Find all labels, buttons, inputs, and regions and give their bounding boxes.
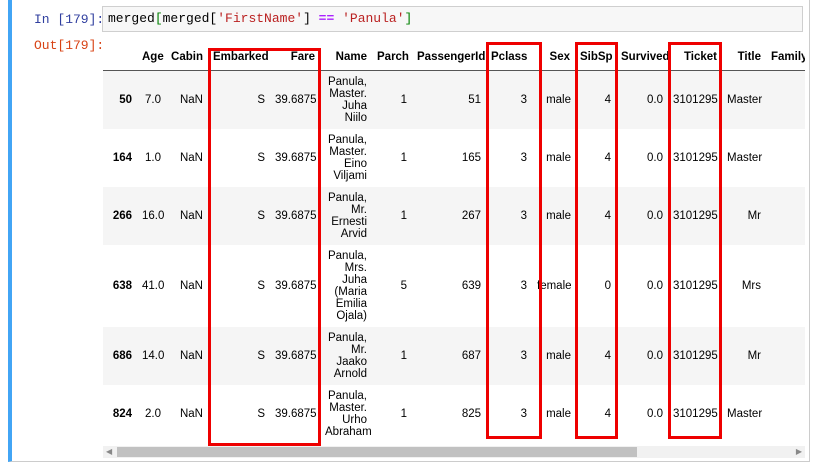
table-cell: Panula, Master. Urho Abraham	[325, 389, 372, 438]
column-header: Name	[320, 44, 372, 71]
table-cell	[766, 129, 805, 187]
triangle-left-icon[interactable]: ◀	[106, 446, 112, 458]
table-cell: 51	[412, 70, 486, 129]
table-cell: 0.0	[647, 151, 663, 164]
table-cell: 1.0	[145, 151, 161, 164]
column-header: Parch	[372, 44, 412, 71]
input-prompt: In [179]:	[34, 12, 105, 27]
row-index: 824	[112, 407, 132, 420]
table-cell: 1	[372, 186, 412, 245]
table-cell	[766, 186, 805, 245]
output-prompt: Out[179]:	[34, 38, 105, 53]
table-cell: Master	[727, 151, 763, 164]
scrollbar-thumb[interactable]	[117, 447, 637, 457]
row-index: 164	[112, 151, 132, 164]
table-cell: Master	[722, 70, 766, 129]
code-token: 'Panula'	[342, 11, 405, 26]
code-token: merged[	[162, 11, 218, 26]
table-cell: 0.0	[647, 407, 663, 420]
table-cell: Panula, Master. Eino Viljami	[327, 133, 367, 182]
table-cell: 639	[461, 279, 481, 292]
code-token: ==	[310, 11, 343, 26]
column-header: PassengerId	[412, 44, 486, 71]
table-cell: Panula, Mr. Ernesti Arvid	[320, 186, 372, 245]
table-cell: 41.0	[142, 279, 165, 292]
table-cell: 14.0	[137, 326, 166, 385]
highlight-box-embarked-fare	[208, 48, 321, 446]
table-cell: Mr	[722, 326, 766, 385]
table-cell: 5	[400, 279, 407, 292]
table-cell: Mr	[722, 186, 766, 245]
table-cell: Panula, Master. Juha Niilo	[320, 70, 372, 129]
table-cell: 267	[412, 186, 486, 245]
highlight-box-ticket	[668, 42, 722, 439]
table-cell: 165	[461, 151, 481, 164]
code-token: ]	[303, 11, 311, 26]
column-header: Title	[722, 44, 766, 71]
table-cell: NaN	[166, 70, 208, 129]
table-cell	[766, 245, 805, 327]
table-cell: NaN	[179, 279, 203, 292]
table-cell: NaN	[179, 407, 203, 420]
table-cell: Panula, Mr. Jaako Arnold	[320, 326, 372, 385]
column-header: Age	[137, 44, 166, 71]
table-cell: 1	[400, 151, 407, 164]
table-cell: 7.0	[137, 70, 166, 129]
column-header: Family	[766, 44, 805, 71]
table-cell: NaN	[179, 151, 203, 164]
code-token: merged	[108, 11, 155, 26]
table-cell: 0.0	[616, 186, 668, 245]
table-cell: NaN	[166, 326, 208, 385]
column-header: Cabin	[166, 44, 208, 71]
code-input[interactable]: merged[merged['FirstName'] == 'Panula']	[102, 6, 803, 32]
table-cell: 825	[461, 407, 481, 420]
table-cell: Mrs	[741, 279, 761, 292]
code-token: 'FirstName'	[217, 11, 304, 26]
table-cell: 2.0	[145, 407, 161, 420]
table-cell: 16.0	[137, 186, 166, 245]
table-cell: 0.0	[616, 70, 668, 129]
horizontal-scrollbar[interactable]: ◀ ▶	[103, 446, 805, 458]
highlight-box-sibsp	[575, 42, 618, 439]
triangle-right-icon[interactable]: ▶	[796, 446, 802, 458]
table-cell: Panula, Mrs. Juha (Maria Emilia Ojala)	[327, 249, 367, 322]
row-index: 50	[103, 70, 137, 129]
table-cell	[766, 385, 805, 443]
column-header	[103, 44, 137, 71]
row-index: 638	[112, 279, 132, 292]
table-cell	[766, 326, 805, 385]
table-cell: 1	[372, 326, 412, 385]
table-cell: 0.0	[616, 326, 668, 385]
table-cell: NaN	[166, 186, 208, 245]
code-token: ]	[404, 11, 413, 26]
code-token: [	[154, 11, 163, 26]
table-cell	[766, 70, 805, 129]
table-cell: 0.0	[647, 279, 663, 292]
row-index: 686	[103, 326, 137, 385]
table-cell: 687	[412, 326, 486, 385]
table-cell: 1	[372, 70, 412, 129]
highlight-box-pclass	[486, 42, 542, 439]
column-header: Survived	[616, 44, 670, 71]
table-cell: 1	[400, 407, 407, 420]
table-cell: Master	[727, 407, 763, 420]
row-index: 266	[103, 186, 137, 245]
